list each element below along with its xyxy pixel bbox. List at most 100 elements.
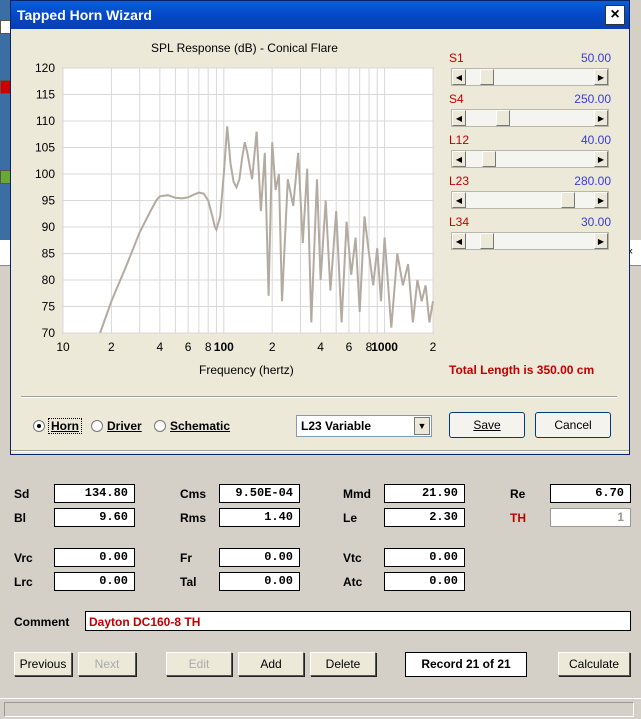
y-tick-label: 95: [42, 194, 56, 208]
slider-l23-label: L23: [449, 174, 470, 188]
radio-schematic[interactable]: Schematic: [154, 419, 230, 433]
y-tick-label: 115: [36, 88, 55, 102]
y-tick-label: 80: [42, 273, 56, 287]
x-tick-label: 6: [185, 340, 192, 354]
slider-thumb[interactable]: [560, 192, 575, 208]
radio-driver-indicator[interactable]: [91, 420, 103, 432]
vtc-label: Vtc: [343, 551, 362, 565]
vrc-field[interactable]: 0.00: [54, 548, 135, 567]
scroll-right-icon[interactable]: ▶: [594, 69, 608, 85]
re-label: Re: [510, 487, 526, 501]
atc-label: Atc: [343, 575, 363, 589]
mode-select[interactable]: L23 Variable ▼: [296, 415, 432, 437]
chevron-down-icon[interactable]: ▼: [414, 417, 430, 435]
lrc-field[interactable]: 0.00: [54, 572, 135, 591]
radio-schematic-indicator[interactable]: [154, 420, 166, 432]
scroll-right-icon[interactable]: ▶: [594, 110, 608, 126]
status-pane: [4, 702, 634, 717]
le-field[interactable]: 2.30: [384, 508, 465, 527]
chart-title: SPL Response (dB) - Conical Flare: [151, 41, 338, 55]
fr-field[interactable]: 0.00: [219, 548, 300, 567]
scroll-left-icon[interactable]: ◀: [452, 110, 466, 126]
vtc-field[interactable]: 0.00: [384, 548, 465, 567]
y-tick-label: 110: [36, 114, 55, 128]
delete-button[interactable]: Delete: [310, 652, 376, 676]
scroll-right-icon[interactable]: ▶: [594, 151, 608, 167]
atc-field[interactable]: 0.00: [384, 572, 465, 591]
slider-l23[interactable]: ◀ ▶: [451, 191, 609, 209]
cancel-button[interactable]: Cancel: [535, 412, 611, 438]
fr-label: Fr: [180, 551, 192, 565]
rms-label: Rms: [180, 511, 207, 525]
x-tick-label: 6: [346, 340, 353, 354]
next-button[interactable]: Next: [78, 652, 136, 676]
x-tick-label: 100: [214, 340, 234, 354]
x-tick-label: 10: [56, 340, 70, 354]
close-button[interactable]: ×: [605, 5, 625, 25]
total-length-label: Total Length is 350.00 cm: [449, 363, 595, 377]
slider-thumb[interactable]: [495, 110, 510, 126]
slider-s1[interactable]: ◀ ▶: [451, 68, 609, 86]
separator: [11, 450, 629, 452]
edit-button[interactable]: Edit: [166, 652, 232, 676]
vrc-label: Vrc: [14, 551, 33, 565]
x-tick-label: 4: [317, 340, 324, 354]
mmd-field[interactable]: 21.90: [384, 484, 465, 503]
x-tick-label: 2: [430, 340, 437, 354]
scroll-right-icon[interactable]: ▶: [594, 233, 608, 249]
previous-button[interactable]: Previous: [14, 652, 72, 676]
radio-horn-indicator[interactable]: [33, 420, 45, 432]
spl-response-chart: 12011511010510095908580757010 2 4 6 8 100 2 4 6 8…: [35, 61, 437, 354]
radio-driver-label: Driver: [107, 419, 142, 433]
tal-field[interactable]: 0.00: [219, 572, 300, 591]
comment-field[interactable]: Dayton DC160-8 TH: [85, 611, 631, 631]
y-tick-label: 90: [42, 220, 56, 234]
le-label: Le: [343, 511, 358, 525]
y-tick-label: 70: [42, 326, 56, 340]
scroll-left-icon[interactable]: ◀: [452, 69, 466, 85]
slider-l34-label: L34: [449, 215, 470, 229]
scroll-left-icon[interactable]: ◀: [452, 151, 466, 167]
x-axis-label: Frequency (hertz): [199, 363, 294, 377]
y-tick-label: 120: [35, 61, 55, 75]
th-field[interactable]: 1: [550, 508, 631, 527]
slider-l34[interactable]: ◀ ▶: [451, 232, 609, 250]
separator: [21, 396, 617, 398]
slider-l34-value: 30.00: [580, 215, 611, 229]
radio-schematic-label: Schematic: [170, 419, 231, 433]
slider-l12-value: 40.00: [580, 133, 611, 147]
slider-thumb[interactable]: [479, 69, 494, 85]
radio-horn[interactable]: Horn: [33, 418, 82, 434]
tapped-horn-wizard-dialog: Tapped Horn Wizard × SPL Response (dB) -…: [10, 0, 630, 455]
rms-field[interactable]: 1.40: [219, 508, 300, 527]
slider-s1-label: S1: [449, 51, 464, 65]
slider-l12[interactable]: ◀ ▶: [451, 150, 609, 168]
save-button[interactable]: Save: [449, 412, 525, 438]
title-bar[interactable]: Tapped Horn Wizard ×: [11, 1, 629, 29]
add-button[interactable]: Add: [238, 652, 304, 676]
dialog-title: Tapped Horn Wizard: [17, 7, 152, 23]
bl-field[interactable]: 9.60: [54, 508, 135, 527]
calculate-button[interactable]: Calculate: [558, 652, 630, 676]
sd-field[interactable]: 134.80: [54, 484, 135, 503]
save-button-label: Save: [473, 418, 501, 432]
slider-s4[interactable]: ◀ ▶: [451, 109, 609, 127]
cms-label: Cms: [180, 487, 207, 501]
slider-l12-label: L12: [449, 133, 470, 147]
scroll-right-icon[interactable]: ▶: [594, 192, 608, 208]
re-field[interactable]: 6.70: [550, 484, 631, 503]
lrc-label: Lrc: [14, 575, 33, 589]
slider-thumb[interactable]: [481, 151, 496, 167]
bl-label: Bl: [14, 511, 26, 525]
x-tick-label: 2: [108, 340, 115, 354]
slider-thumb[interactable]: [479, 233, 494, 249]
mmd-label: Mmd: [343, 487, 371, 501]
radio-driver[interactable]: Driver: [91, 419, 142, 433]
record-indicator: Record 21 of 21: [405, 652, 527, 677]
status-bar: [0, 698, 641, 719]
cms-field[interactable]: 9.50E-04: [219, 484, 300, 503]
scroll-left-icon[interactable]: ◀: [452, 233, 466, 249]
y-tick-label: 75: [42, 300, 56, 314]
y-tick-label: 85: [42, 247, 56, 261]
scroll-left-icon[interactable]: ◀: [452, 192, 466, 208]
